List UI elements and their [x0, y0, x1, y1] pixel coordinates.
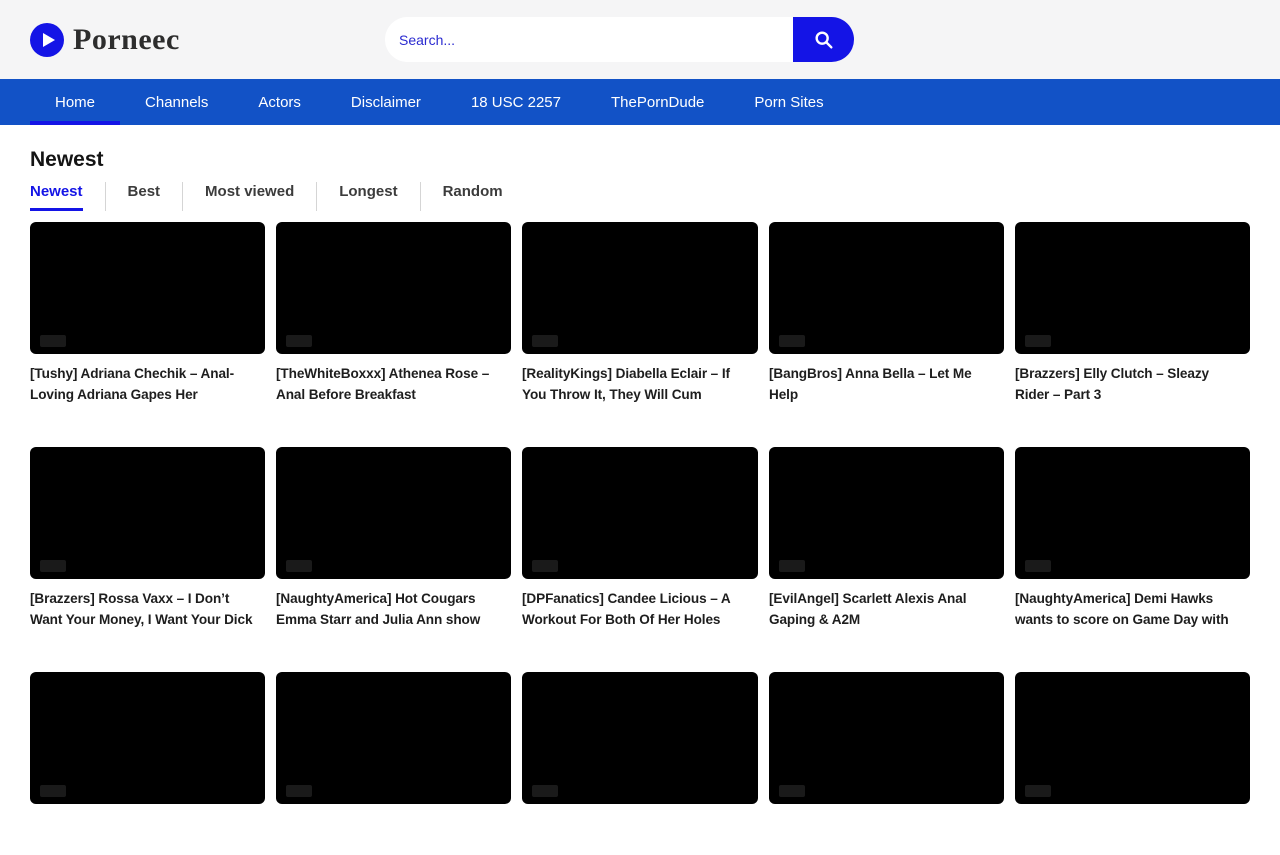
video-title — [30, 813, 265, 855]
video-card: [DPFanatics] Candee Licious – A Workout … — [522, 447, 757, 630]
video-card — [1015, 672, 1250, 855]
video-card — [769, 672, 1004, 855]
duration-badge — [532, 335, 558, 347]
video-title[interactable]: [BangBros] Anna Bella – Let Me Help — [769, 363, 1004, 405]
video-thumbnail[interactable] — [769, 672, 1004, 804]
duration-badge — [1025, 785, 1051, 797]
duration-badge — [779, 335, 805, 347]
nav-item-porn-sites[interactable]: Porn Sites — [729, 79, 848, 125]
main-content: Newest Newest Best Most viewed Longest R… — [0, 148, 1280, 855]
duration-badge — [779, 560, 805, 572]
video-thumbnail[interactable] — [30, 672, 265, 804]
duration-badge — [286, 335, 312, 347]
video-thumbnail[interactable] — [1015, 447, 1250, 579]
video-title[interactable]: [DPFanatics] Candee Licious – A Workout … — [522, 588, 757, 630]
video-thumbnail[interactable] — [769, 222, 1004, 354]
duration-badge — [532, 560, 558, 572]
main-nav: Home Channels Actors Disclaimer 18 USC 2… — [0, 79, 1280, 125]
video-card — [522, 672, 757, 855]
video-thumbnail[interactable] — [522, 672, 757, 804]
video-title[interactable]: [Brazzers] Rossa Vaxx – I Don’t Want You… — [30, 588, 265, 630]
video-title — [522, 813, 757, 855]
duration-badge — [40, 560, 66, 572]
video-title[interactable]: [EvilAngel] Scarlett Alexis Anal Gaping … — [769, 588, 1004, 630]
video-thumbnail[interactable] — [276, 222, 511, 354]
nav-item-18-usc-2257[interactable]: 18 USC 2257 — [446, 79, 586, 125]
tab-newest[interactable]: Newest — [30, 182, 105, 211]
video-thumbnail[interactable] — [522, 222, 757, 354]
duration-badge — [779, 785, 805, 797]
search-input[interactable] — [385, 17, 793, 62]
video-title — [769, 813, 1004, 855]
video-card: [Tushy] Adriana Chechik – Anal- Loving A… — [30, 222, 265, 405]
video-title — [276, 813, 511, 855]
nav-item-theporndude[interactable]: ThePornDude — [586, 79, 729, 125]
video-thumbnail[interactable] — [276, 672, 511, 804]
sort-tabs: Newest Best Most viewed Longest Random — [30, 182, 1250, 211]
duration-badge — [1025, 335, 1051, 347]
duration-badge — [286, 560, 312, 572]
tab-best[interactable]: Best — [105, 182, 183, 211]
video-card: [BangBros] Anna Bella – Let Me Help — [769, 222, 1004, 405]
search-icon — [813, 29, 835, 51]
tab-most-viewed[interactable]: Most viewed — [182, 182, 316, 211]
video-card: [EvilAngel] Scarlett Alexis Anal Gaping … — [769, 447, 1004, 630]
tab-random[interactable]: Random — [420, 182, 525, 211]
search-button[interactable] — [793, 17, 854, 62]
video-card: [Brazzers] Rossa Vaxx – I Don’t Want You… — [30, 447, 265, 630]
nav-item-channels[interactable]: Channels — [120, 79, 233, 125]
video-thumbnail[interactable] — [1015, 222, 1250, 354]
video-thumbnail[interactable] — [522, 447, 757, 579]
video-card: [TheWhiteBoxxx] Athenea Rose – Anal Befo… — [276, 222, 511, 405]
video-thumbnail[interactable] — [30, 447, 265, 579]
video-card: [NaughtyAmerica] Hot Cougars Emma Starr … — [276, 447, 511, 630]
video-title[interactable]: [NaughtyAmerica] Demi Hawks wants to sco… — [1015, 588, 1250, 630]
video-title — [1015, 813, 1250, 855]
video-title[interactable]: [TheWhiteBoxxx] Athenea Rose – Anal Befo… — [276, 363, 511, 405]
video-card: [RealityKings] Diabella Eclair – If You … — [522, 222, 757, 405]
video-title[interactable]: [NaughtyAmerica] Hot Cougars Emma Starr … — [276, 588, 511, 630]
duration-badge — [532, 785, 558, 797]
play-icon — [30, 23, 64, 57]
video-title[interactable]: [Tushy] Adriana Chechik – Anal- Loving A… — [30, 363, 265, 405]
video-card — [276, 672, 511, 855]
video-thumbnail[interactable] — [1015, 672, 1250, 804]
search-bar — [385, 17, 854, 62]
video-thumbnail[interactable] — [769, 447, 1004, 579]
site-header: Porneec — [0, 0, 1280, 79]
nav-item-actors[interactable]: Actors — [233, 79, 326, 125]
video-grid: [Tushy] Adriana Chechik – Anal- Loving A… — [30, 222, 1250, 855]
video-title[interactable]: [RealityKings] Diabella Eclair – If You … — [522, 363, 757, 405]
duration-badge — [1025, 560, 1051, 572]
tab-longest[interactable]: Longest — [316, 182, 419, 211]
duration-badge — [40, 335, 66, 347]
duration-badge — [40, 785, 66, 797]
video-thumbnail[interactable] — [276, 447, 511, 579]
nav-item-home[interactable]: Home — [30, 79, 120, 125]
video-card: [NaughtyAmerica] Demi Hawks wants to sco… — [1015, 447, 1250, 630]
nav-item-disclaimer[interactable]: Disclaimer — [326, 79, 446, 125]
duration-badge — [286, 785, 312, 797]
video-thumbnail[interactable] — [30, 222, 265, 354]
video-title[interactable]: [Brazzers] Elly Clutch – Sleazy Rider – … — [1015, 363, 1250, 405]
video-card: [Brazzers] Elly Clutch – Sleazy Rider – … — [1015, 222, 1250, 405]
video-card — [30, 672, 265, 855]
brand-name: Porneec — [73, 23, 180, 57]
brand-logo[interactable]: Porneec — [30, 23, 180, 57]
page-title: Newest — [30, 148, 1250, 172]
